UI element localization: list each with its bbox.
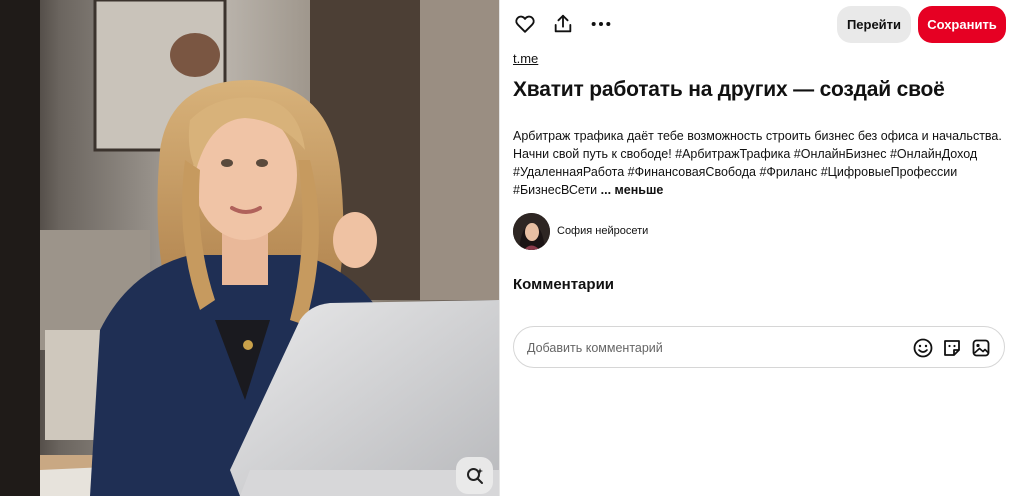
save-button[interactable]: Сохранить (918, 6, 1006, 43)
visual-search-button[interactable] (456, 457, 493, 494)
heart-icon[interactable] (512, 11, 538, 37)
description-text: Арбитраж трафика даёт тебе возможность с… (513, 129, 1002, 197)
sticker-icon[interactable] (941, 337, 963, 359)
go-button[interactable]: Перейти (837, 6, 911, 43)
show-less-link[interactable]: ... меньше (601, 183, 664, 197)
author-name[interactable]: София нейросети (557, 225, 648, 237)
more-icon[interactable] (588, 11, 614, 37)
visual-search-icon (466, 467, 483, 484)
pin-details-panel: Перейти Сохранить t.me Хватит работать н… (499, 0, 1024, 496)
source-link[interactable]: t.me (513, 51, 538, 66)
author-profile[interactable]: София нейросети (513, 212, 648, 250)
pin-description: Арбитраж трафика даёт тебе возможность с… (513, 127, 1008, 199)
comment-input[interactable] (527, 339, 897, 357)
share-icon[interactable] (550, 11, 576, 37)
emoji-icon[interactable] (912, 337, 934, 359)
pin-title: Хватит работать на других — создай своё (513, 78, 945, 101)
pin-toolbar: Перейти Сохранить (500, 0, 1024, 50)
comment-box[interactable] (513, 326, 1005, 368)
pin-image[interactable] (0, 0, 499, 496)
pin-photo (0, 0, 499, 496)
image-icon[interactable] (970, 337, 992, 359)
avatar[interactable] (513, 212, 550, 250)
comments-title: Комментарии (513, 276, 615, 293)
